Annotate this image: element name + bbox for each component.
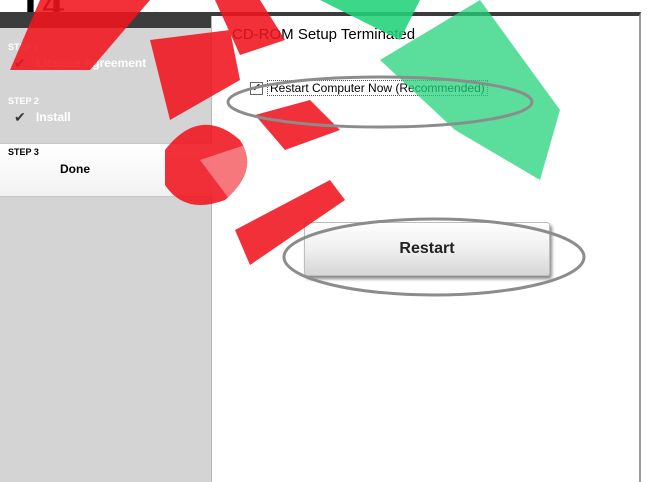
sidebar: STEP 1 ✔ License Agreement STEP 2 ✔ Inst… [0,16,212,482]
step-number: STEP 2 [8,96,39,106]
page-title: CD-ROM Setup Terminated [232,26,416,43]
sidebar-step-install: STEP 2 ✔ Install [0,96,212,148]
step-number: STEP 1 [8,42,39,52]
step-number: STEP 3 [8,147,39,157]
sidebar-step-license: STEP 1 ✔ License Agreement [0,42,212,94]
restart-option[interactable]: ✔ Restart Computer Now (Recommended) [250,79,488,97]
sidebar-top-band [0,16,211,28]
step-label: Done [60,162,90,176]
step-label: Install [36,110,71,124]
restart-option-label[interactable]: Restart Computer Now (Recommended) [267,80,488,96]
checkmark-icon: ✔ [14,55,26,71]
restart-checkbox[interactable]: ✔ [250,81,263,95]
step-label: License Agreement [36,56,147,70]
restart-button[interactable]: Restart [304,222,550,276]
checkmark-icon: ✔ [14,109,26,125]
sidebar-step-done: STEP 3 Done [0,143,212,197]
